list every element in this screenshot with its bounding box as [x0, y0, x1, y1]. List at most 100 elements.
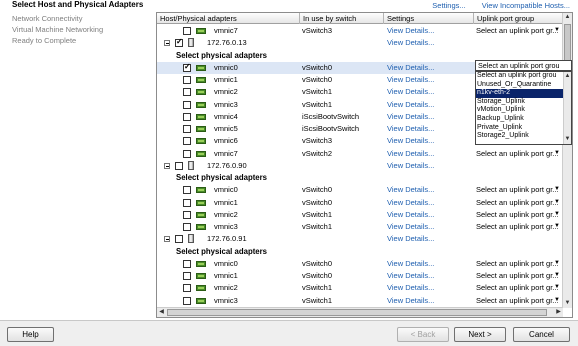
- adapter-checkbox[interactable]: [183, 186, 191, 195]
- scroll-right-icon[interactable]: ▶: [554, 308, 563, 317]
- dropdown-option[interactable]: n1kv-eth-2: [476, 89, 571, 98]
- dropdown-arrow-icon[interactable]: ▼: [554, 199, 560, 205]
- dropdown-arrow-icon[interactable]: ▼: [554, 272, 560, 278]
- dropdown-arrow-icon[interactable]: ▼: [554, 223, 560, 229]
- view-details-link[interactable]: View Details...: [387, 111, 434, 123]
- view-details-link[interactable]: View Details...: [387, 209, 434, 221]
- adapter-checkbox[interactable]: [183, 137, 191, 146]
- view-details-link[interactable]: View Details...: [387, 86, 434, 98]
- adapter-checkbox[interactable]: [183, 76, 191, 84]
- uplink-port-group-select[interactable]: Select an uplink port gr...▼: [476, 209, 560, 221]
- view-details-link[interactable]: View Details...: [387, 258, 434, 270]
- table-row[interactable]: vmnic0 vSwitch0 View Details... Select an u…: [157, 184, 563, 196]
- view-details-link[interactable]: View Details...: [387, 184, 434, 196]
- uplink-port-group-select[interactable]: Select an uplink port gr...▼: [476, 270, 560, 282]
- adapter-checkbox[interactable]: [183, 149, 191, 158]
- dropdown-option[interactable]: Backup_Uplink: [476, 115, 571, 124]
- view-details-link[interactable]: View Details...: [387, 135, 434, 147]
- view-details-link[interactable]: View Details...: [387, 25, 434, 37]
- dropdown-scroll-down-icon[interactable]: ▼: [563, 135, 571, 144]
- uplink-port-group-select[interactable]: Select an uplink port gr...▼: [476, 258, 560, 270]
- view-details-link[interactable]: View Details...: [387, 221, 434, 233]
- uplink-port-group-select[interactable]: Select an uplink port gr...▼: [476, 25, 560, 37]
- adapter-checkbox[interactable]: [183, 100, 191, 109]
- scroll-up-icon[interactable]: ▲: [563, 13, 572, 22]
- column-header-uplink[interactable]: Uplink port group: [474, 13, 563, 24]
- dropdown-option[interactable]: vMotion_Uplink: [476, 106, 571, 115]
- view-details-link[interactable]: View Details...: [387, 282, 434, 294]
- view-details-link[interactable]: View Details...: [387, 123, 434, 135]
- view-details-link[interactable]: View Details...: [387, 37, 434, 49]
- host-checkbox[interactable]: [175, 235, 183, 244]
- view-details-link[interactable]: View Details...: [387, 74, 434, 86]
- adapter-checkbox[interactable]: [183, 125, 191, 133]
- view-details-link[interactable]: View Details...: [387, 160, 434, 172]
- column-header-host[interactable]: Host/Physical adapters: [157, 13, 300, 24]
- next-button[interactable]: Next >: [454, 327, 506, 342]
- adapter-checkbox[interactable]: [183, 223, 191, 231]
- adapter-checkbox[interactable]: [183, 88, 191, 97]
- uplink-port-group-select[interactable]: Select an uplink port gr...▼: [476, 148, 560, 160]
- dropdown-arrow-icon[interactable]: ▼: [554, 284, 560, 290]
- back-button[interactable]: < Back: [397, 327, 449, 342]
- help-button[interactable]: Help: [7, 327, 54, 342]
- dropdown-option[interactable]: Unused_Or_Quarantine: [476, 81, 571, 90]
- table-row[interactable]: vmnic3 vSwitch1 View Details... Select an u…: [157, 221, 563, 233]
- table-row[interactable]: vmnic7 vSwitch2 View Details... Select an u…: [157, 148, 563, 160]
- uplink-port-group-select[interactable]: Select an uplink port gr...▼: [476, 282, 560, 294]
- dropdown-scrollbar[interactable]: ▲ ▼: [563, 72, 571, 144]
- table-row[interactable]: vmnic7 vSwitch3 View Details... Select an u…: [157, 25, 563, 37]
- collapse-icon[interactable]: [164, 40, 170, 47]
- dropdown-arrow-icon[interactable]: ▼: [554, 211, 560, 217]
- uplink-port-group-select[interactable]: Select an uplink port gr...▼: [476, 221, 560, 233]
- settings-link[interactable]: Settings...: [432, 1, 465, 10]
- dropdown-scroll-up-icon[interactable]: ▲: [563, 72, 571, 81]
- uplink-port-group-select[interactable]: Select an uplink port gr...▼: [476, 184, 560, 196]
- table-row[interactable]: vmnic1 vSwitch0 View Details... Select an u…: [157, 270, 563, 282]
- dropdown-arrow-icon[interactable]: ▼: [554, 27, 560, 33]
- dropdown-arrow-icon[interactable]: ▼: [554, 260, 560, 266]
- scroll-left-icon[interactable]: ◀: [157, 308, 166, 317]
- vertical-scrollbar[interactable]: ▲ ▼: [562, 13, 572, 308]
- uplink-port-group-select[interactable]: Select an uplink port gr...▼: [476, 197, 560, 209]
- view-details-link[interactable]: View Details...: [387, 295, 434, 307]
- adapter-checkbox[interactable]: [183, 112, 191, 121]
- table-row[interactable]: vmnic2 vSwitch1 View Details... Select an u…: [157, 282, 563, 294]
- table-row[interactable]: vmnic3 vSwitch1 View Details... Select an u…: [157, 295, 563, 307]
- adapter-checkbox[interactable]: [183, 210, 191, 219]
- uplink-port-group-select[interactable]: Select an uplink port gr...▼: [476, 295, 560, 307]
- table-row[interactable]: vmnic2 vSwitch1 View Details... Select an u…: [157, 209, 563, 221]
- host-row[interactable]: 172.76.0.91 View Details...: [157, 233, 563, 245]
- dropdown-option[interactable]: Storage2_Uplink: [476, 132, 571, 141]
- column-header-settings[interactable]: Settings: [384, 13, 474, 24]
- collapse-icon[interactable]: [164, 162, 170, 169]
- view-details-link[interactable]: View Details...: [387, 62, 434, 74]
- host-checkbox[interactable]: [175, 37, 183, 48]
- dropdown-option[interactable]: Storage_Uplink: [476, 98, 571, 107]
- table-row[interactable]: vmnic0 vSwitch0 View Details... Select an u…: [157, 258, 563, 270]
- host-checkbox[interactable]: [175, 161, 183, 170]
- dropdown-arrow-icon[interactable]: ▼: [554, 186, 560, 192]
- adapter-checkbox[interactable]: [183, 27, 191, 35]
- adapter-checkbox[interactable]: [183, 259, 191, 268]
- dropdown-arrow-icon[interactable]: ▼: [554, 297, 560, 303]
- view-details-link[interactable]: View Details...: [387, 233, 434, 245]
- host-row[interactable]: 172.76.0.13 View Details...: [157, 37, 563, 49]
- collapse-icon[interactable]: [164, 236, 170, 243]
- dropdown-arrow-icon[interactable]: ▼: [554, 150, 560, 156]
- hscroll-thumb[interactable]: [167, 309, 547, 316]
- adapter-checkbox[interactable]: [183, 296, 191, 305]
- adapter-checkbox[interactable]: [183, 272, 191, 280]
- horizontal-scrollbar[interactable]: ◀ ▶: [157, 307, 563, 317]
- adapter-checkbox[interactable]: [183, 198, 191, 207]
- adapter-checkbox[interactable]: [183, 284, 191, 293]
- cancel-button[interactable]: Cancel: [513, 327, 570, 342]
- uplink-dropdown-current[interactable]: Select an uplink port grou: [475, 60, 572, 71]
- view-details-link[interactable]: View Details...: [387, 270, 434, 282]
- view-details-link[interactable]: View Details...: [387, 197, 434, 209]
- adapter-checkbox[interactable]: [183, 62, 191, 72]
- view-details-link[interactable]: View Details...: [387, 148, 434, 160]
- dropdown-option[interactable]: Private_Uplink: [476, 124, 571, 133]
- dropdown-option[interactable]: Select an uplink port grou: [476, 72, 571, 81]
- table-row[interactable]: vmnic1 vSwitch0 View Details... Select an u…: [157, 197, 563, 209]
